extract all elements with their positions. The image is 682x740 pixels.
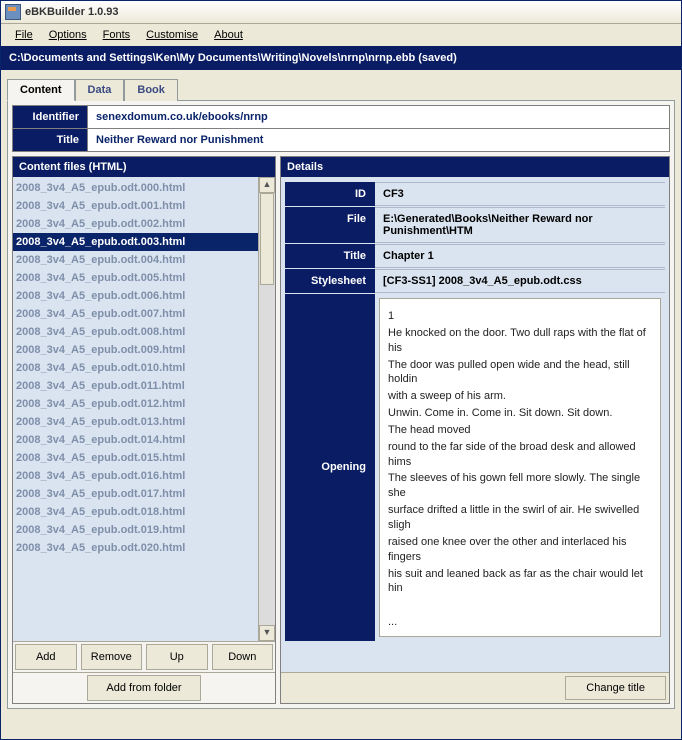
det-stylesheet-value: [CF3-SS1] 2008_3v4_A5_epub.odt.css: [375, 269, 665, 293]
remove-button[interactable]: Remove: [81, 644, 143, 670]
details-head: Details: [281, 157, 669, 177]
file-list-wrap: 2008_3v4_A5_epub.odt.000.html2008_3v4_A5…: [13, 177, 275, 641]
file-list-item[interactable]: 2008_3v4_A5_epub.odt.001.html: [13, 197, 258, 215]
add-button[interactable]: Add: [15, 644, 77, 670]
file-list-item[interactable]: 2008_3v4_A5_epub.odt.019.html: [13, 521, 258, 539]
menu-file[interactable]: File: [7, 27, 41, 43]
menu-about[interactable]: About: [206, 27, 251, 43]
file-list-item[interactable]: 2008_3v4_A5_epub.odt.018.html: [13, 503, 258, 521]
det-opening-label: Opening: [285, 294, 375, 641]
det-title-value: Chapter 1: [375, 244, 665, 268]
window-title: eBKBuilder 1.0.93: [25, 6, 119, 18]
file-list-item[interactable]: 2008_3v4_A5_epub.odt.003.html: [13, 233, 258, 251]
file-list-item[interactable]: 2008_3v4_A5_epub.odt.013.html: [13, 413, 258, 431]
menu-options[interactable]: Options: [41, 27, 95, 43]
file-list-item[interactable]: 2008_3v4_A5_epub.odt.012.html: [13, 395, 258, 413]
header-table: Identifier senexdomum.co.uk/ebooks/nrnp …: [12, 105, 670, 152]
tab-region: Content Data Book Identifier senexdomum.…: [1, 70, 681, 709]
scroll-up-button[interactable]: ▲: [259, 177, 275, 193]
file-list-item[interactable]: 2008_3v4_A5_epub.odt.020.html: [13, 539, 258, 557]
file-list-item[interactable]: 2008_3v4_A5_epub.odt.017.html: [13, 485, 258, 503]
identifier-label: Identifier: [13, 106, 88, 129]
file-list[interactable]: 2008_3v4_A5_epub.odt.000.html2008_3v4_A5…: [13, 177, 258, 641]
content-files-pane: Content files (HTML) 2008_3v4_A5_epub.od…: [12, 156, 276, 704]
identifier-value[interactable]: senexdomum.co.uk/ebooks/nrnp: [88, 106, 670, 129]
menu-bar: File Options Fonts Customise About: [1, 24, 681, 46]
file-buttons-row1: Add Remove Up Down: [13, 641, 275, 672]
menu-fonts[interactable]: Fonts: [95, 27, 139, 43]
scroll-thumb[interactable]: [260, 193, 274, 285]
title-label: Title: [13, 129, 88, 152]
details-pane: Details ID CF3 File E:\Generated\Books\N…: [280, 156, 670, 704]
file-list-item[interactable]: 2008_3v4_A5_epub.odt.006.html: [13, 287, 258, 305]
file-list-item[interactable]: 2008_3v4_A5_epub.odt.016.html: [13, 467, 258, 485]
file-list-item[interactable]: 2008_3v4_A5_epub.odt.015.html: [13, 449, 258, 467]
content-files-head: Content files (HTML): [13, 157, 275, 177]
file-list-item[interactable]: 2008_3v4_A5_epub.odt.007.html: [13, 305, 258, 323]
down-button[interactable]: Down: [212, 644, 274, 670]
scroll-down-button[interactable]: ▼: [259, 625, 275, 641]
opening-text: 1He knocked on the door. Two dull raps w…: [379, 298, 661, 637]
det-file-value: E:\Generated\Books\Neither Reward nor Pu…: [375, 207, 665, 243]
details-bottom-strip: Change title: [281, 672, 669, 703]
title-value[interactable]: Neither Reward nor Punishment: [88, 129, 670, 152]
file-list-item[interactable]: 2008_3v4_A5_epub.odt.011.html: [13, 377, 258, 395]
det-title-label: Title: [285, 244, 375, 268]
det-stylesheet-label: Stylesheet: [285, 269, 375, 293]
title-bar: eBKBuilder 1.0.93: [1, 1, 681, 24]
det-file-label: File: [285, 207, 375, 243]
det-id-value: CF3: [375, 182, 665, 206]
tabs: Content Data Book: [7, 78, 675, 100]
file-list-item[interactable]: 2008_3v4_A5_epub.odt.008.html: [13, 323, 258, 341]
file-list-item[interactable]: 2008_3v4_A5_epub.odt.005.html: [13, 269, 258, 287]
tab-book[interactable]: Book: [124, 79, 178, 101]
details-grid: ID CF3 File E:\Generated\Books\Neither R…: [281, 177, 669, 672]
menu-customise[interactable]: Customise: [138, 27, 206, 43]
up-button[interactable]: Up: [146, 644, 208, 670]
file-list-item[interactable]: 2008_3v4_A5_epub.odt.009.html: [13, 341, 258, 359]
document-path: C:\Documents and Settings\Ken\My Documen…: [1, 46, 681, 70]
tab-content[interactable]: Content: [7, 79, 75, 101]
file-list-item[interactable]: 2008_3v4_A5_epub.odt.010.html: [13, 359, 258, 377]
app-window: eBKBuilder 1.0.93 File Options Fonts Cus…: [0, 0, 682, 740]
file-list-item[interactable]: 2008_3v4_A5_epub.odt.002.html: [13, 215, 258, 233]
file-list-scrollbar[interactable]: ▲ ▼: [258, 177, 275, 641]
change-title-button[interactable]: Change title: [565, 676, 666, 700]
add-from-folder-button[interactable]: Add from folder: [87, 675, 200, 701]
tab-data[interactable]: Data: [75, 79, 125, 101]
app-icon: [5, 4, 21, 20]
details-table: ID CF3 File E:\Generated\Books\Neither R…: [285, 181, 665, 642]
file-list-item[interactable]: 2008_3v4_A5_epub.odt.014.html: [13, 431, 258, 449]
panes: Content files (HTML) 2008_3v4_A5_epub.od…: [12, 156, 670, 704]
det-id-label: ID: [285, 182, 375, 206]
file-list-item[interactable]: 2008_3v4_A5_epub.odt.004.html: [13, 251, 258, 269]
file-buttons-row2: Add from folder: [13, 672, 275, 703]
tab-panel: Identifier senexdomum.co.uk/ebooks/nrnp …: [7, 100, 675, 709]
file-list-item[interactable]: 2008_3v4_A5_epub.odt.000.html: [13, 179, 258, 197]
